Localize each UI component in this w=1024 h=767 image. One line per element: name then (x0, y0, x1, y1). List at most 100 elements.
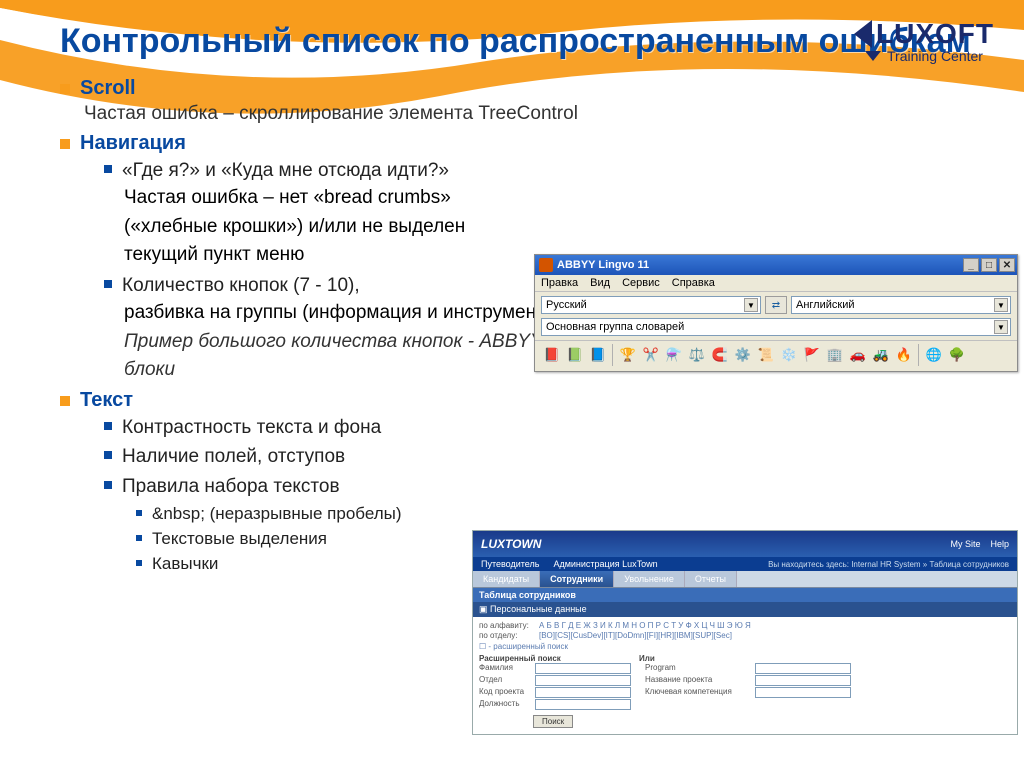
link-mysite[interactable]: My Site (950, 539, 980, 549)
car-icon[interactable]: 🚗 (847, 344, 869, 366)
link-help[interactable]: Help (990, 539, 1009, 549)
by-dept-label: по отделу: (479, 631, 539, 640)
luxoft-logo: LUXOFT Training Center (854, 18, 994, 64)
menu-help[interactable]: Справка (672, 277, 715, 289)
rule-quotes: Кавычки (152, 552, 218, 577)
scissors-icon[interactable]: ✂️ (640, 344, 662, 366)
section-nav: Навигация (80, 132, 186, 155)
dict-group-select[interactable]: Основная группа словарей ▼ (541, 318, 1011, 336)
adv-hdr1: Расширенный поиск (479, 654, 639, 663)
lang-to-value: Английский (796, 299, 855, 311)
dropdown-icon: ▼ (744, 298, 758, 312)
lbl-proj-code: Код проекта (479, 687, 535, 698)
nav-err2: («хлебные крошки») и/или не выделен (124, 213, 988, 242)
input-competence[interactable] (755, 687, 851, 698)
abbyy-toolbar: 📕 📗 📘 🏆 ✂️ ⚗️ ⚖️ 🧲 ⚙️ 📜 ❄️ 🚩 🏢 🚗 🚜 🔥 🌐 🌳 (535, 340, 1017, 371)
luxtown-tabs: Кандидаты Сотрудники Увольнение Отчеты (473, 571, 1017, 588)
nav-admin[interactable]: Администрация LuxTown (553, 559, 657, 569)
search-button[interactable]: Поиск (533, 715, 573, 728)
maximize-button[interactable]: □ (981, 258, 997, 272)
scales-icon[interactable]: ⚖️ (686, 344, 708, 366)
abbyy-title-text: ABBYY Lingvo 11 (557, 259, 649, 271)
input-proj-code[interactable] (535, 687, 631, 698)
logo-subtitle: Training Center (887, 48, 983, 64)
menu-view[interactable]: Вид (590, 277, 610, 289)
chevron-down-icon (865, 51, 881, 61)
bullet-icon (104, 280, 112, 288)
breadcrumb: Вы находитесь здесь: Internal HR System … (768, 560, 1009, 569)
tree-icon[interactable]: 🌳 (946, 344, 968, 366)
luxtown-nav: Путеводитель Администрация LuxTown Вы на… (473, 557, 1017, 571)
slide-title: Контрольный список по распространенным о… (60, 22, 988, 61)
tab-employees[interactable]: Сотрудники (540, 571, 614, 587)
subsection-title[interactable]: ▣ Персональные данные (473, 602, 1017, 617)
bullet-icon (136, 510, 142, 516)
dict-icon[interactable]: 📗 (564, 344, 586, 366)
input-position[interactable] (535, 699, 631, 710)
alpha-links[interactable]: А Б В Г Д Е Ж З И К Л М Н О П Р С Т У Ф … (539, 621, 751, 630)
flag-icon[interactable]: 🚩 (801, 344, 823, 366)
gear-icon[interactable]: ⚙️ (732, 344, 754, 366)
bullet-icon (104, 481, 112, 489)
dict-icon[interactable]: 📕 (541, 344, 563, 366)
nav-guide[interactable]: Путеводитель (481, 559, 539, 569)
luxtown-window: LUXTOWN My Site Help Путеводитель Админи… (472, 530, 1018, 735)
nav-buttons: Количество кнопок (7 - 10), (122, 272, 360, 300)
separator (918, 344, 920, 366)
dept-links[interactable]: [BO][CS][CusDev][IT][DoDmn][FI][HR][IBM]… (539, 631, 732, 640)
adv-hdr2: Или (639, 654, 655, 663)
lang-from-value: Русский (546, 299, 587, 311)
luxoft-chevron-icon (854, 20, 872, 48)
luxtown-brand: LUXTOWN (481, 537, 541, 551)
bullet-icon (104, 165, 112, 173)
tab-reports[interactable]: Отчеты (685, 571, 737, 587)
bullet-icon (104, 422, 112, 430)
tractor-icon[interactable]: 🚜 (870, 344, 892, 366)
bullet-icon (60, 84, 70, 94)
tab-dismissal[interactable]: Увольнение (614, 571, 685, 587)
input-proj-name[interactable] (755, 675, 851, 686)
input-surname[interactable] (535, 663, 631, 674)
menu-edit[interactable]: Правка (541, 277, 578, 289)
lang-from-select[interactable]: Русский ▼ (541, 296, 761, 314)
building-icon[interactable]: 🏢 (824, 344, 846, 366)
by-alpha-label: по алфавиту: (479, 621, 539, 630)
trophy-icon[interactable]: 🏆 (617, 344, 639, 366)
dict-icon[interactable]: 📘 (587, 344, 609, 366)
adv-search-toggle[interactable]: ☐ - расширенный поиск (479, 642, 1011, 651)
bullet-icon (60, 139, 70, 149)
swap-languages-button[interactable]: ⇄ (765, 296, 787, 314)
bullet-icon (136, 560, 142, 566)
snowflake-icon[interactable]: ❄️ (778, 344, 800, 366)
lbl-dept: Отдел (479, 675, 535, 686)
input-program[interactable] (755, 663, 851, 674)
bullet-icon (136, 535, 142, 541)
luxtown-header: LUXTOWN My Site Help (473, 531, 1017, 557)
minimize-button[interactable]: _ (963, 258, 979, 272)
rule-highlights: Текстовые выделения (152, 527, 327, 552)
dropdown-icon: ▼ (994, 320, 1008, 334)
flask-icon[interactable]: ⚗️ (663, 344, 685, 366)
separator (612, 344, 614, 366)
tab-candidates[interactable]: Кандидаты (473, 571, 540, 587)
lbl-surname: Фамилия (479, 663, 535, 674)
scroll-desc: Частая ошибка – скроллирование элемента … (84, 100, 988, 128)
input-dept[interactable] (535, 675, 631, 686)
close-button[interactable]: ✕ (999, 258, 1015, 272)
rule-nbsp: &nbsp; (неразрывные пробелы) (152, 502, 402, 527)
lang-to-select[interactable]: Английский ▼ (791, 296, 1011, 314)
abbyy-titlebar[interactable]: ABBYY Lingvo 11 _ □ ✕ (535, 255, 1017, 275)
magnet-icon[interactable]: 🧲 (709, 344, 731, 366)
text-rules: Правила набора текстов (122, 473, 340, 501)
fire-icon[interactable]: 🔥 (893, 344, 915, 366)
bullet-icon (60, 396, 70, 406)
bullet-icon (104, 451, 112, 459)
lbl-position: Должность (479, 699, 535, 710)
lbl-program: Program (645, 663, 755, 674)
abbyy-app-icon (539, 258, 553, 272)
section-title: Таблица сотрудников (473, 588, 1017, 602)
menu-service[interactable]: Сервис (622, 277, 660, 289)
scroll-icon[interactable]: 📜 (755, 344, 777, 366)
globe-icon[interactable]: 🌐 (923, 344, 945, 366)
nav-err1: Частая ошибка – нет «bread crumbs» (124, 184, 988, 213)
